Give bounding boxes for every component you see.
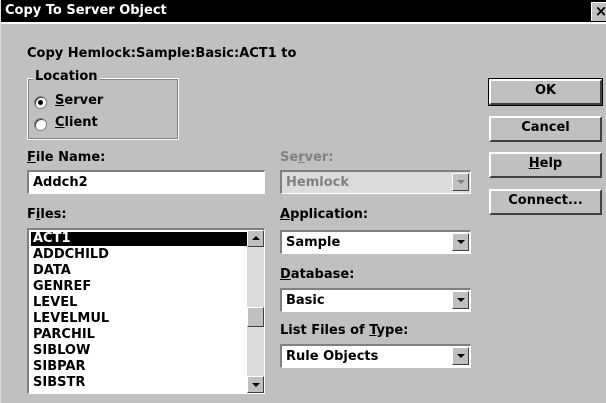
server-label-rest: ver: <box>304 150 334 165</box>
copy-to-server-dialog: Copy To Server Object × Copy Hemlock:Sam… <box>0 0 606 403</box>
close-icon[interactable]: × <box>591 2 606 21</box>
window-title: Copy To Server Object <box>5 3 167 18</box>
database-value: Basic <box>286 293 325 308</box>
help-rest: elp <box>539 156 563 171</box>
file-list-item[interactable]: LEVEL <box>31 296 247 310</box>
server-radio[interactable] <box>34 96 47 109</box>
copy-source-text: Copy Hemlock:Sample:Basic:ACT1 to <box>27 46 297 61</box>
application-value: Sample <box>286 235 341 250</box>
list-type-rest: ype: <box>376 323 409 338</box>
file-list-item[interactable]: SIBLOW <box>31 344 247 358</box>
location-label: Location <box>33 69 100 84</box>
list-type-dropdown-button[interactable] <box>452 347 469 365</box>
file-list-item[interactable]: ADDCHILD <box>31 248 247 262</box>
file-name-input[interactable]: Addch2 <box>27 170 265 194</box>
list-type-value: Rule Objects <box>286 349 379 364</box>
client-mnemonic: C <box>55 115 65 130</box>
server-combobox: Hemlock <box>280 170 471 194</box>
list-type-label: List Files of Type: <box>280 323 408 338</box>
scroll-down-icon <box>252 383 260 387</box>
list-type-start: List Files of <box>280 323 370 338</box>
files-listbox[interactable]: ACT1 ADDCHILD DATA GENREF LEVEL LEVELMUL PARCH… <box>27 228 265 394</box>
file-list-item[interactable]: LEVELMUL <box>31 312 247 326</box>
file-list-item[interactable]: SIBPAR <box>31 360 247 374</box>
radio-selected-dot <box>38 100 43 105</box>
scroll-up-button[interactable] <box>247 230 264 247</box>
connect-button[interactable]: Connect... <box>489 189 602 215</box>
application-mnemonic: A <box>280 207 291 222</box>
files-label-rest: les: <box>40 207 67 222</box>
location-groupbox <box>27 78 179 140</box>
server-rest: erver <box>64 93 104 108</box>
scroll-thumb[interactable] <box>247 306 264 327</box>
server-dropdown-button <box>452 173 469 191</box>
list-type-mnemonic: T <box>369 323 377 338</box>
file-list-item[interactable]: PARCHIL <box>31 328 247 342</box>
server-label: Server: <box>280 150 334 165</box>
client-radio[interactable] <box>34 118 47 131</box>
file-list-item[interactable]: ACT1 <box>31 232 247 246</box>
application-rest: pplication: <box>290 207 369 222</box>
database-rest: atabase: <box>290 267 355 282</box>
help-button[interactable]: Help <box>489 152 602 178</box>
title-bar[interactable]: Copy To Server Object × <box>1 0 606 24</box>
server-label-start: Se <box>280 150 299 165</box>
file-name-label: File Name: <box>27 150 105 165</box>
help-mnemonic: H <box>528 156 540 171</box>
files-label-start: F <box>27 207 36 222</box>
server-radio-label[interactable]: Server <box>55 93 103 108</box>
chevron-down-icon <box>457 298 465 302</box>
server-mnemonic: S <box>55 93 65 108</box>
ok-button[interactable]: OK <box>488 78 603 106</box>
application-label: Application: <box>280 207 368 222</box>
application-dropdown-button[interactable] <box>452 233 469 251</box>
database-combobox[interactable]: Basic <box>280 288 471 312</box>
chevron-down-icon <box>457 240 465 244</box>
database-label: Database: <box>280 267 354 282</box>
scroll-down-button[interactable] <box>247 376 264 393</box>
application-combobox[interactable]: Sample <box>280 230 471 254</box>
scroll-up-icon <box>252 236 260 240</box>
chevron-down-icon <box>457 354 465 358</box>
file-list-item[interactable]: DATA <box>31 264 247 278</box>
database-mnemonic: D <box>280 267 291 282</box>
file-list-item[interactable]: GENREF <box>31 280 247 294</box>
file-name-rest: ile Name: <box>35 150 106 165</box>
file-name-mnemonic: F <box>27 150 36 165</box>
files-scrollbar[interactable] <box>247 230 264 393</box>
client-rest: lient <box>64 115 98 130</box>
client-radio-label[interactable]: Client <box>55 115 98 130</box>
server-value: Hemlock <box>286 175 349 190</box>
file-list-item[interactable]: SIBSTR <box>31 376 247 390</box>
chevron-down-icon <box>457 180 465 184</box>
database-dropdown-button[interactable] <box>452 291 469 309</box>
cancel-button[interactable]: Cancel <box>489 116 602 142</box>
list-type-combobox[interactable]: Rule Objects <box>280 344 471 368</box>
files-label: Files: <box>27 207 67 222</box>
